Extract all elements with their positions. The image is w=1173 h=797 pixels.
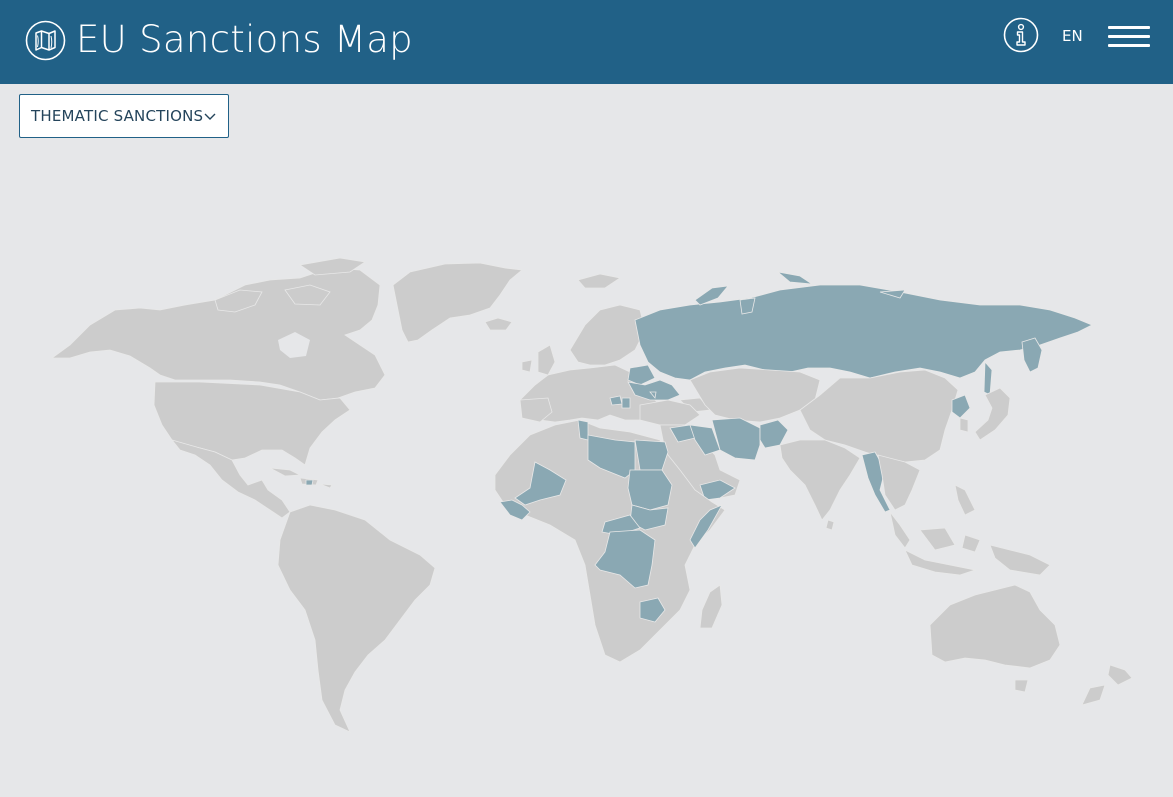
region-scandinavia[interactable] <box>569 304 646 366</box>
world-map[interactable] <box>0 140 1173 797</box>
country-bosnia[interactable] <box>609 395 623 406</box>
region-central-asia[interactable] <box>689 367 821 423</box>
country-japan[interactable] <box>974 387 1011 441</box>
country-haiti[interactable] <box>305 479 314 486</box>
folded-map-icon[interactable] <box>25 20 66 61</box>
country-australia[interactable] <box>929 584 1061 669</box>
chevron-down-icon <box>204 113 216 120</box>
country-iran[interactable] <box>711 417 761 461</box>
country-tunisia[interactable] <box>577 419 589 441</box>
dropdown-selected-value: THEMATIC SANCTIONS <box>31 107 204 125</box>
sanctions-type-dropdown[interactable]: THEMATIC SANCTIONS <box>19 94 229 138</box>
region-indonesia[interactable] <box>904 527 1051 576</box>
hamburger-menu-icon[interactable] <box>1108 26 1150 48</box>
country-serbia[interactable] <box>621 397 631 409</box>
info-icon[interactable] <box>1003 17 1039 53</box>
continent-south-america[interactable] <box>277 504 436 733</box>
country-india[interactable] <box>779 439 861 521</box>
app-header: EU Sanctions Map EN <box>0 0 1173 84</box>
country-belarus[interactable] <box>627 364 656 386</box>
app-title: EU Sanctions Map <box>76 18 413 61</box>
country-canada[interactable] <box>50 267 386 401</box>
country-egypt[interactable] <box>634 439 669 471</box>
language-selector[interactable]: EN <box>1062 26 1083 46</box>
country-sudan[interactable] <box>627 469 673 511</box>
country-iceland[interactable] <box>484 317 513 331</box>
country-madagascar[interactable] <box>699 584 723 629</box>
country-new-zealand[interactable] <box>1081 664 1133 706</box>
